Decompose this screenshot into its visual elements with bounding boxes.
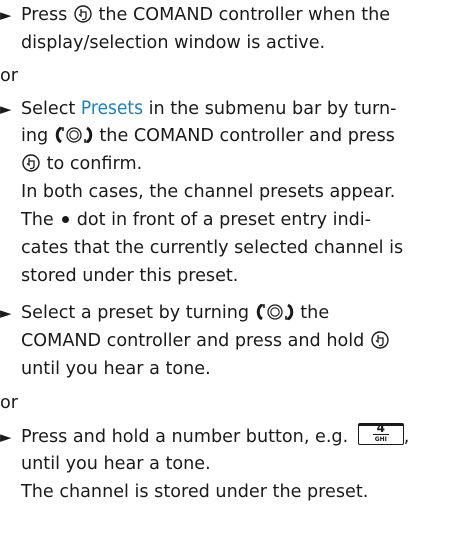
step-4-line-2: until you hear a tone. — [21, 454, 211, 474]
presets-keyword: Presets — [80, 97, 144, 119]
number-button-4-icon: 4 GHI — [357, 421, 404, 445]
or-separator-2: or — [0, 393, 18, 413]
step-1-line-2: display/selection window is active. — [21, 33, 326, 53]
step-4-line-3: The channel is stored under the preset. — [21, 482, 369, 502]
step-2-line-6: cates that the currently selected channe… — [21, 238, 404, 258]
step-3-line-3: until you hear a tone. — [21, 359, 211, 379]
step-2-line-5: The dot in front of a preset entry indi- — [21, 210, 372, 230]
bullet-arrow: ► — [0, 428, 12, 446]
step-2-line-4: In both cases, the channel presets appea… — [21, 182, 396, 202]
press-controller-icon — [74, 5, 92, 23]
manual-page: ► Press the COMAND controller when the di… — [0, 0, 460, 533]
press-controller-icon — [371, 331, 389, 349]
step-1-line-1: ► Press the COMAND controller when the — [0, 2, 390, 30]
step-2-line-7: stored under this preset. — [21, 266, 239, 286]
dot-icon — [61, 216, 69, 223]
turn-controller-icon — [55, 126, 93, 144]
bullet-arrow: ► — [0, 6, 12, 24]
step-2-line-3: to confirm. — [21, 151, 142, 179]
press-controller-icon — [22, 154, 40, 172]
step-3-line-1: ► Select a preset by turning the — [0, 300, 329, 328]
step-4-line-1: ► Press and hold a number button, e.g. 4 … — [0, 421, 409, 452]
step-3-line-2: COMAND controller and press and hold — [21, 328, 390, 356]
turn-controller-icon — [256, 303, 293, 321]
step-2-line-2: ing the COMAND controller and press — [21, 126, 395, 146]
bullet-arrow: ► — [0, 100, 12, 118]
or-separator-1: or — [0, 66, 18, 86]
step-2-line-1: ► Select Presets in the submenu bar by tu… — [0, 95, 396, 124]
bullet-arrow: ► — [0, 304, 12, 322]
